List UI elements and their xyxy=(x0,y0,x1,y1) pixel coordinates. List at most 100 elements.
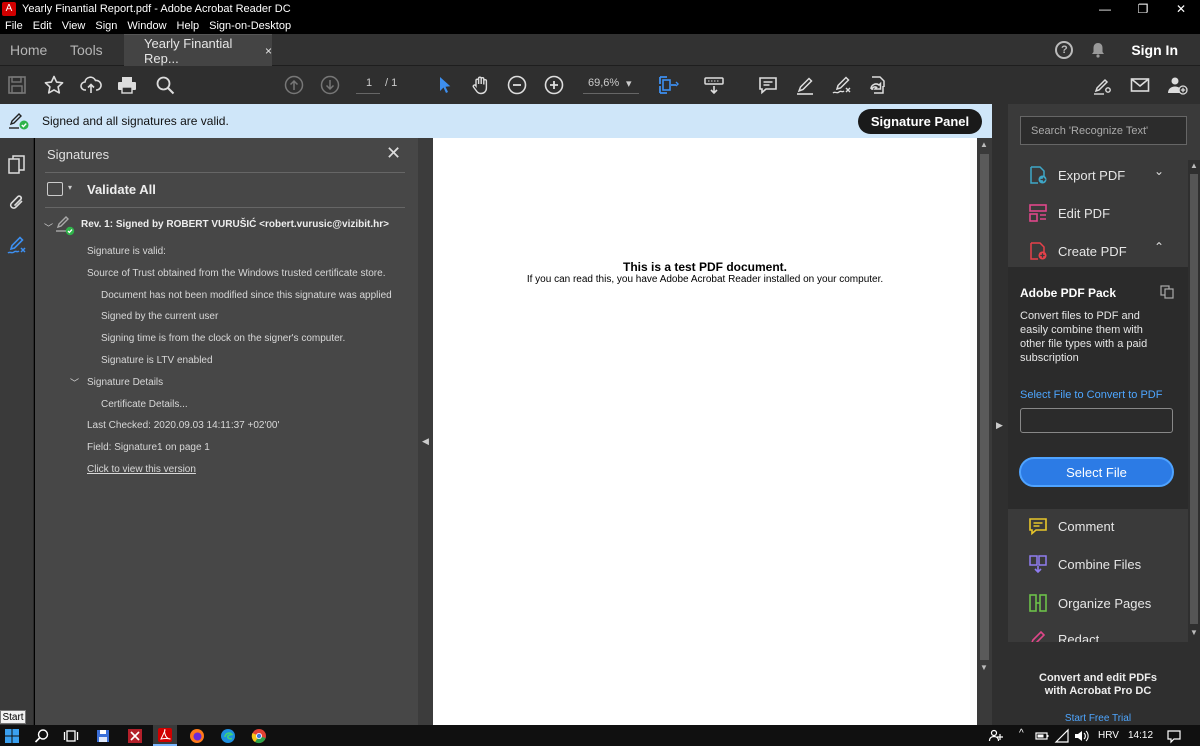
close-panel-icon[interactable]: ✕ xyxy=(386,143,401,164)
menu-sign[interactable]: Sign xyxy=(90,20,122,32)
tab-home[interactable]: Home xyxy=(10,42,47,58)
tools-search-input[interactable]: Search 'Recognize Text' xyxy=(1020,116,1187,145)
tray-expand-icon[interactable]: ^ xyxy=(1019,728,1024,739)
tool-organize-pages[interactable]: Organize Pages xyxy=(1028,590,1151,616)
taskbar-chrome-icon[interactable] xyxy=(251,728,267,744)
menu-help[interactable]: Help xyxy=(172,20,205,32)
windows-start-icon[interactable] xyxy=(4,728,20,744)
file-path-input[interactable] xyxy=(1020,408,1173,433)
clock[interactable]: 14:12 xyxy=(1128,730,1153,741)
document-scroll-thumb[interactable] xyxy=(980,154,989,660)
page-number-input[interactable]: 1 xyxy=(366,77,372,89)
people-icon[interactable] xyxy=(988,728,1004,744)
export-expand-icon[interactable]: ⌄ xyxy=(1154,164,1164,178)
save-icon[interactable] xyxy=(5,73,29,97)
tab-tools[interactable]: Tools xyxy=(70,42,103,58)
email-icon[interactable] xyxy=(1128,73,1152,97)
task-view-icon[interactable] xyxy=(63,728,79,744)
select-cursor-icon[interactable] xyxy=(432,73,456,97)
network-icon[interactable] xyxy=(1054,728,1070,744)
tools-scroll-thumb[interactable] xyxy=(1190,174,1198,624)
search-icon[interactable] xyxy=(153,73,177,97)
tool-export-pdf[interactable]: Export PDF xyxy=(1028,162,1125,188)
tools-scroll-down-icon[interactable]: ▼ xyxy=(1190,628,1198,637)
comment-icon[interactable] xyxy=(756,73,780,97)
previous-page-icon[interactable] xyxy=(282,73,306,97)
notifications-icon[interactable] xyxy=(1166,728,1182,744)
battery-icon[interactable] xyxy=(1034,728,1050,744)
signature-panel-button[interactable]: Signature Panel xyxy=(858,109,982,134)
close-window-button[interactable]: ✕ xyxy=(1162,0,1200,17)
collapse-left-arrow-icon[interactable]: ◀ xyxy=(422,436,429,447)
zoom-level-select[interactable]: 69,6% xyxy=(588,77,619,89)
tool-redact[interactable]: Redact xyxy=(1028,628,1099,642)
next-page-icon[interactable] xyxy=(318,73,342,97)
fill-sign-icon[interactable] xyxy=(830,73,854,97)
add-user-icon[interactable] xyxy=(1165,73,1189,97)
options-dropdown-icon[interactable]: ▾ xyxy=(68,183,72,192)
taskbar-firefox-icon[interactable] xyxy=(189,728,205,744)
tool-comment[interactable]: Comment xyxy=(1028,513,1114,539)
tab-document[interactable]: Yearly Finantial Rep... × xyxy=(124,34,272,66)
create-collapse-icon[interactable]: ⌃ xyxy=(1154,240,1164,254)
collapse-details-icon[interactable]: ﹀ xyxy=(70,376,79,389)
hand-tool-icon[interactable] xyxy=(469,73,493,97)
sign-link-icon[interactable] xyxy=(1091,73,1115,97)
tools-pane: Search 'Recognize Text' Export PDF ⌄ Edi… xyxy=(1008,104,1200,725)
bell-icon[interactable] xyxy=(1089,41,1107,59)
signature-revision[interactable]: Rev. 1: Signed by ROBERT VURUŠIĆ <robert… xyxy=(81,219,389,230)
volume-icon[interactable] xyxy=(1073,728,1089,744)
scroll-down-arrow-icon[interactable]: ▼ xyxy=(980,663,988,672)
scroll-mode-icon[interactable] xyxy=(702,73,726,97)
pdf-page[interactable]: This is a test PDF document. If you can … xyxy=(433,138,977,725)
document-scrollbar[interactable]: ▲ ▼ xyxy=(977,138,992,725)
star-icon[interactable] xyxy=(42,73,66,97)
tool-edit-pdf[interactable]: Edit PDF xyxy=(1028,200,1110,226)
cloud-upload-icon[interactable] xyxy=(79,73,103,97)
share-icon[interactable] xyxy=(866,73,890,97)
menu-sign-on-desktop[interactable]: Sign-on-Desktop xyxy=(204,20,296,32)
panel-splitter[interactable]: ◀ xyxy=(418,138,433,725)
page-thumbnails-icon[interactable] xyxy=(6,154,28,176)
menu-view[interactable]: View xyxy=(57,20,91,32)
view-version-link[interactable]: Click to view this version xyxy=(87,464,196,475)
input-language[interactable]: HRV xyxy=(1098,730,1119,741)
zoom-dropdown-icon[interactable]: ▾ xyxy=(626,77,632,90)
validate-all-button[interactable]: Validate All xyxy=(87,182,156,197)
taskbar-edge-icon[interactable] xyxy=(220,728,236,744)
menu-edit[interactable]: Edit xyxy=(28,20,57,32)
right-pane-toggle-strip[interactable]: ▶ xyxy=(992,104,1008,725)
collapse-right-arrow-icon[interactable]: ▶ xyxy=(996,420,1003,431)
collapse-rev-icon[interactable]: ﹀ xyxy=(44,221,53,234)
scroll-up-arrow-icon[interactable]: ▲ xyxy=(980,140,988,149)
maximize-button[interactable]: ❐ xyxy=(1124,0,1162,17)
tool-combine-files[interactable]: Combine Files xyxy=(1028,551,1141,577)
help-icon[interactable]: ? xyxy=(1055,41,1074,59)
sign-in-link[interactable]: Sign In xyxy=(1131,42,1178,58)
pdf-body-text: If you can read this, you have Adobe Acr… xyxy=(526,274,884,285)
tab-close-icon[interactable]: × xyxy=(265,44,272,58)
taskbar-app-tools-icon[interactable] xyxy=(127,728,143,744)
field-line: Field: Signature1 on page 1 xyxy=(87,442,210,453)
options-menu-icon[interactable] xyxy=(47,182,63,196)
taskbar-app-save-icon[interactable] xyxy=(95,728,111,744)
taskbar-acrobat-button[interactable] xyxy=(153,725,177,746)
minimize-button[interactable]: — xyxy=(1086,0,1124,17)
start-free-trial-link[interactable]: Start Free Trial xyxy=(1008,713,1188,724)
tools-scrollbar[interactable]: ▲ ▼ xyxy=(1188,160,1200,642)
menu-file[interactable]: File xyxy=(0,20,28,32)
signature-details-toggle[interactable]: Signature Details xyxy=(87,377,163,388)
tool-create-pdf[interactable]: Create PDF xyxy=(1028,238,1127,264)
zoom-out-icon[interactable] xyxy=(505,73,529,97)
print-icon[interactable] xyxy=(115,73,139,97)
tools-scroll-up-icon[interactable]: ▲ xyxy=(1190,161,1198,170)
signature-panel-icon[interactable] xyxy=(6,234,28,256)
select-file-button[interactable]: Select File xyxy=(1019,457,1174,487)
highlight-pen-icon[interactable] xyxy=(793,73,817,97)
menu-window[interactable]: Window xyxy=(122,20,171,32)
attachment-icon[interactable] xyxy=(6,192,28,214)
zoom-in-icon[interactable] xyxy=(542,73,566,97)
taskbar-search-icon[interactable] xyxy=(34,728,50,744)
certificate-details-link[interactable]: Certificate Details... xyxy=(101,399,188,410)
fit-page-icon[interactable] xyxy=(656,73,680,97)
